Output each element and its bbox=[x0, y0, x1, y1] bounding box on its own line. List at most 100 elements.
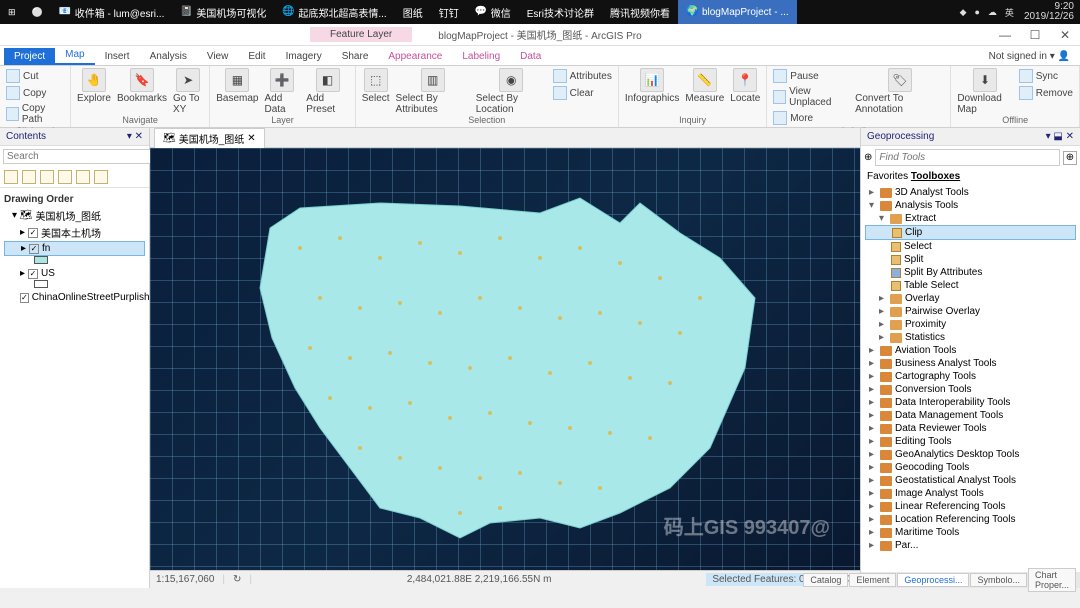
element-tab[interactable]: Element bbox=[849, 573, 896, 587]
toolbox-node[interactable]: ▸GeoAnalytics Desktop Tools bbox=[865, 448, 1076, 461]
toolset-node[interactable]: ▸Pairwise Overlay bbox=[865, 305, 1076, 318]
convert-annotation-button[interactable]: 🏷Convert To Annotation bbox=[855, 68, 944, 126]
symbology-tab[interactable]: Symbolo... bbox=[970, 573, 1027, 587]
basemap-button[interactable]: ▦Basemap bbox=[216, 68, 258, 115]
add-tool-button[interactable]: ⊕ bbox=[1063, 151, 1077, 165]
remove-button[interactable]: Remove bbox=[1019, 85, 1073, 101]
tool-split-by-attributes[interactable]: Split By Attributes bbox=[865, 266, 1076, 279]
tray-icon[interactable]: ● bbox=[970, 7, 983, 17]
select-by-attributes-button[interactable]: ▥Select By Attributes bbox=[396, 68, 470, 115]
download-map-button[interactable]: ⬇Download Map bbox=[957, 68, 1012, 115]
toolbox-node[interactable]: ▸3D Analyst Tools bbox=[865, 186, 1076, 199]
list-by-source-icon[interactable] bbox=[22, 170, 36, 184]
goto-xy-button[interactable]: ➤Go To XY bbox=[173, 68, 203, 115]
toolset-node[interactable]: ▾Extract bbox=[865, 212, 1076, 225]
project-tab[interactable]: Project bbox=[4, 48, 55, 65]
view-tab[interactable]: View bbox=[197, 48, 239, 65]
pane-menu-icon[interactable]: ▾ ⬓ ✕ bbox=[1046, 131, 1074, 142]
task-item[interactable]: 腾讯视频你看 bbox=[602, 0, 678, 24]
toolbox-node[interactable]: ▸Data Management Tools bbox=[865, 409, 1076, 422]
measure-button[interactable]: 📏Measure bbox=[685, 68, 724, 104]
toolset-node[interactable]: ▸Overlay bbox=[865, 292, 1076, 305]
more-button[interactable]: More bbox=[773, 110, 849, 126]
toolbox-node[interactable]: ▸Editing Tools bbox=[865, 435, 1076, 448]
task-item[interactable]: 📓美国机场可视化 bbox=[172, 0, 274, 24]
toolbox-node[interactable]: ▾Analysis Tools bbox=[865, 199, 1076, 212]
clear-button[interactable]: Clear bbox=[553, 85, 612, 101]
toc-layer[interactable]: ▸ ✓ 美国本土机场 bbox=[4, 224, 145, 241]
copy-button[interactable]: Copy bbox=[6, 85, 64, 101]
map-canvas[interactable]: 码上GIS 993407@ bbox=[150, 148, 860, 570]
toolbox-node[interactable]: ▸Business Analyst Tools bbox=[865, 357, 1076, 370]
find-tools-input[interactable] bbox=[875, 149, 1060, 166]
minimize-button[interactable]: — bbox=[990, 28, 1020, 42]
copy-path-button[interactable]: Copy Path bbox=[6, 102, 64, 126]
select-button[interactable]: ⬚Select bbox=[362, 68, 390, 115]
locate-button[interactable]: 📍Locate bbox=[730, 68, 760, 104]
task-item[interactable]: Esri技术讨论群 bbox=[519, 0, 602, 24]
close-tab-icon[interactable]: ✕ bbox=[247, 133, 255, 144]
analysis-tab[interactable]: Analysis bbox=[140, 48, 197, 65]
appearance-tab[interactable]: Appearance bbox=[378, 48, 452, 65]
explore-button[interactable]: 🤚Explore bbox=[77, 68, 111, 115]
tray-icon[interactable]: ☁ bbox=[984, 7, 1001, 18]
share-tab[interactable]: Share bbox=[332, 48, 379, 65]
unplaced-button[interactable]: View Unplaced bbox=[773, 85, 849, 109]
task-item[interactable]: 🌐起底郑北超高表情... bbox=[274, 0, 394, 24]
tool-clip[interactable]: Clip bbox=[865, 225, 1076, 240]
labeling-tab[interactable]: Labeling bbox=[452, 48, 510, 65]
tool-select[interactable]: Select bbox=[865, 240, 1076, 253]
back-icon[interactable]: ⊕ bbox=[864, 152, 872, 163]
favorites-tab[interactable]: Favorites bbox=[867, 171, 908, 182]
add-preset-button[interactable]: ◧Add Preset bbox=[306, 68, 348, 115]
list-by-snapping-icon[interactable] bbox=[76, 170, 90, 184]
toolbox-node[interactable]: ▸Maritime Tools bbox=[865, 526, 1076, 539]
selection-count[interactable]: Selected Features: 0 bbox=[706, 573, 810, 586]
toolbox-node[interactable]: ▸Data Reviewer Tools bbox=[865, 422, 1076, 435]
toc-map-frame[interactable]: ▾ 🗺 美国机场_图纸 bbox=[4, 207, 145, 224]
task-item[interactable]: 💬微信 bbox=[467, 0, 519, 24]
start-button[interactable]: ⊞ bbox=[0, 0, 24, 24]
map-tab[interactable]: Map bbox=[55, 46, 94, 65]
pause-button[interactable]: Pause bbox=[773, 68, 849, 84]
task-item[interactable]: 图纸 bbox=[395, 0, 431, 24]
task-item-active[interactable]: 🌍blogMapProject - ... bbox=[678, 0, 797, 24]
cut-button[interactable]: Cut bbox=[6, 68, 64, 84]
infographics-button[interactable]: 📊Infographics bbox=[625, 68, 679, 104]
bookmarks-button[interactable]: 🔖Bookmarks bbox=[117, 68, 167, 115]
select-by-location-button[interactable]: ◉Select By Location bbox=[476, 68, 547, 115]
toolbox-node[interactable]: ▸Aviation Tools bbox=[865, 344, 1076, 357]
attributes-button[interactable]: Attributes bbox=[553, 68, 612, 84]
toolbox-node[interactable]: ▸Geocoding Tools bbox=[865, 461, 1076, 474]
data-tab[interactable]: Data bbox=[510, 48, 551, 65]
chart-properties-tab[interactable]: Chart Proper... bbox=[1028, 568, 1076, 592]
sign-in-link[interactable]: Not signed in ▾ 👤 bbox=[979, 48, 1080, 65]
contents-search-input[interactable] bbox=[3, 149, 154, 164]
rotation-icon[interactable]: ↻ bbox=[233, 574, 241, 585]
insert-tab[interactable]: Insert bbox=[95, 48, 140, 65]
task-item[interactable]: 📧收件箱 - lum@esri... bbox=[51, 0, 173, 24]
toc-layer-selected[interactable]: ▸ ✓ fn bbox=[4, 241, 145, 256]
geoprocessing-tab-bottom[interactable]: Geoprocessi... bbox=[897, 573, 969, 587]
sync-button[interactable]: Sync bbox=[1019, 68, 1073, 84]
toc-basemap-layer[interactable]: ✓ ChinaOnlineStreetPurplishBlue bbox=[4, 291, 145, 304]
scale-value[interactable]: 1:15,167,060 bbox=[156, 574, 214, 585]
toolbox-node[interactable]: ▸Par... bbox=[865, 539, 1076, 552]
toolbox-node[interactable]: ▸Cartography Tools bbox=[865, 370, 1076, 383]
imagery-tab[interactable]: Imagery bbox=[276, 48, 332, 65]
toolbox-node[interactable]: ▸Conversion Tools bbox=[865, 383, 1076, 396]
symbol-swatch[interactable] bbox=[34, 280, 48, 288]
toolboxes-tab[interactable]: Toolboxes bbox=[911, 171, 960, 182]
tool-split[interactable]: Split bbox=[865, 253, 1076, 266]
search-button[interactable]: ⚪ bbox=[24, 0, 51, 24]
toolset-node[interactable]: ▸Statistics bbox=[865, 331, 1076, 344]
map-view-tab[interactable]: 🗺 美国机场_图纸 ✕ bbox=[154, 128, 265, 148]
catalog-tab[interactable]: Catalog bbox=[803, 573, 848, 587]
tool-table-select[interactable]: Table Select bbox=[865, 279, 1076, 292]
close-button[interactable]: ✕ bbox=[1050, 28, 1080, 42]
maximize-button[interactable]: ☐ bbox=[1020, 28, 1050, 42]
toolbox-node[interactable]: ▸Data Interoperability Tools bbox=[865, 396, 1076, 409]
list-by-selection-icon[interactable] bbox=[40, 170, 54, 184]
list-by-labeling-icon[interactable] bbox=[94, 170, 108, 184]
close-pane-icon[interactable]: ▾ ✕ bbox=[127, 131, 143, 142]
